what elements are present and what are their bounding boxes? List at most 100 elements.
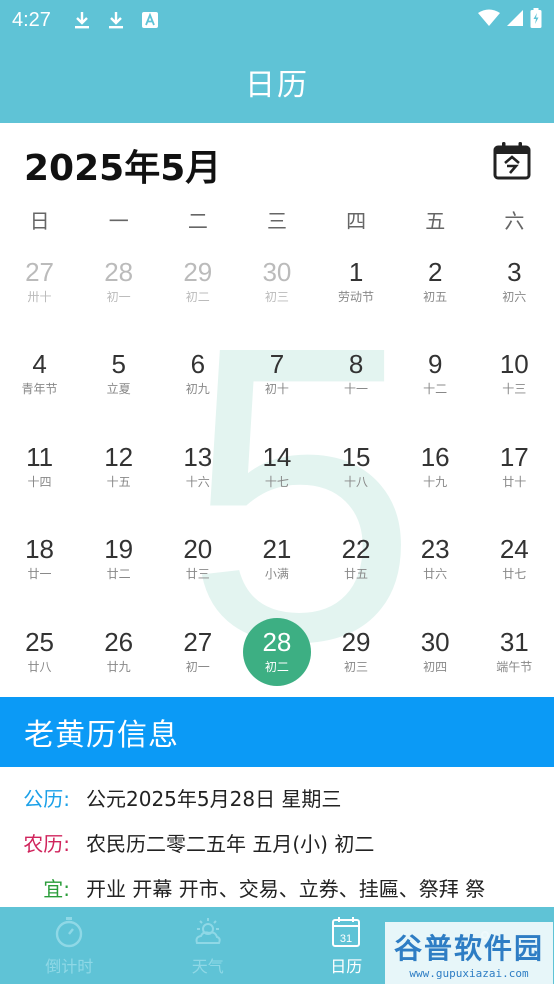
calendar-day[interactable]: 20 廿三 bbox=[158, 522, 237, 614]
lunar-date: 廿七 bbox=[502, 567, 527, 582]
yi-row: 宜: 开业 开幕 开市、交易、立券、挂匾、祭拜 祭 bbox=[0, 867, 485, 907]
calendar-day[interactable]: 26 廿九 bbox=[79, 615, 158, 707]
calendar-week-row: 4 青年节 5 立夏 6 初九 7 初十 8 十一 9 十二 10 十三 bbox=[0, 337, 554, 429]
lunar-date: 廿五 bbox=[344, 567, 369, 582]
weekday-label: 三 bbox=[266, 209, 287, 233]
yi-value: 开业 开幕 开市、交易、立券、挂匾、祭拜 祭 bbox=[86, 876, 486, 901]
calendar-day[interactable]: 30 初四 bbox=[396, 615, 475, 707]
page-title: 日历 bbox=[245, 67, 309, 103]
calendar-day[interactable]: 4 青年节 bbox=[0, 337, 79, 429]
day-number: 12 bbox=[104, 441, 134, 472]
lunar-date: 廿二 bbox=[106, 567, 131, 582]
today-button[interactable] bbox=[492, 141, 532, 181]
day-number: 1 bbox=[348, 257, 364, 287]
calendar-day[interactable]: 1 劳动节 bbox=[317, 245, 396, 337]
gregorian-row: 公历: 公元2025年5月28日 星期三 bbox=[0, 777, 341, 817]
calendar-day[interactable]: 18 廿一 bbox=[0, 522, 79, 614]
calendar-day[interactable]: 30 初三 bbox=[237, 245, 316, 337]
calendar-day[interactable]: 24 廿七 bbox=[475, 522, 554, 614]
lunar-date: 初三 bbox=[344, 659, 369, 674]
month-title: 2025年5月 bbox=[24, 148, 222, 189]
lunar-date: 十三 bbox=[502, 382, 527, 397]
calendar-day[interactable]: 3 初六 bbox=[475, 245, 554, 337]
day-number: 4 bbox=[32, 349, 47, 380]
site-watermark: 谷普软件园 www.gupuxiazai.com bbox=[385, 922, 553, 984]
calendar-day[interactable]: 5 立夏 bbox=[79, 337, 158, 429]
nav-label: 天气 bbox=[191, 956, 224, 976]
calendar-day[interactable]: 12 十五 bbox=[79, 430, 158, 522]
day-number: 17 bbox=[499, 441, 529, 472]
nav-weather[interactable]: 天气 bbox=[139, 907, 278, 984]
lunar-date: 立夏 bbox=[106, 382, 131, 397]
calendar-day[interactable]: 6 初九 bbox=[158, 337, 237, 429]
day-number: 25 bbox=[25, 626, 55, 657]
calendar-day[interactable]: 14 十七 bbox=[237, 430, 316, 522]
status-bar: 4:27 bbox=[0, 0, 554, 40]
gregorian-value: 公元2025年5月28日 星期三 bbox=[86, 786, 342, 811]
calendar-week-row: 25 廿八 26 廿九 27 初一 28 初二 29 初三 30 初四 31 端午节 bbox=[0, 615, 554, 707]
lunar-date: 十一 bbox=[344, 382, 369, 397]
calendar-day[interactable]: 2 初五 bbox=[396, 245, 475, 337]
calendar-day-selected[interactable]: 28 初二 bbox=[237, 615, 316, 707]
day-number: 29 bbox=[183, 257, 213, 287]
calendar-grid: 27 卅十 28 初一 29 初二 30 初三 1 劳动节 2 初五 3 初六 4 青年节 5 立夏 6 初九 7 初十 8… bbox=[0, 245, 554, 697]
stopwatch-icon bbox=[56, 916, 83, 947]
calendar-day[interactable]: 16 十九 bbox=[396, 430, 475, 522]
weekday-label: 六 bbox=[504, 209, 525, 233]
calendar-day[interactable]: 17 廿十 bbox=[475, 430, 554, 522]
day-number: 24 bbox=[499, 534, 529, 565]
calendar-week-row: 11 十四 12 十五 13 十六 14 十七 15 十八 16 十九 17 廿十 bbox=[0, 430, 554, 522]
calendar-week-row: 27 卅十 28 初一 29 初二 30 初三 1 劳动节 2 初五 3 初六 bbox=[0, 245, 554, 337]
battery-charging-icon bbox=[530, 8, 542, 32]
lunar-date: 十九 bbox=[423, 474, 448, 489]
day-number: 29 bbox=[341, 626, 371, 657]
lunar-date: 十八 bbox=[344, 474, 369, 489]
calendar-day[interactable]: 8 十一 bbox=[317, 337, 396, 429]
lunar-date: 初九 bbox=[185, 382, 210, 397]
status-time: 4:27 bbox=[12, 8, 51, 31]
calendar-day[interactable]: 27 初一 bbox=[158, 615, 237, 707]
day-number: 23 bbox=[420, 534, 450, 565]
calendar-day[interactable]: 29 初三 bbox=[317, 615, 396, 707]
day-number: 14 bbox=[262, 441, 292, 472]
weather-icon bbox=[195, 917, 221, 944]
calendar-day[interactable]: 7 初十 bbox=[237, 337, 316, 429]
lunar-label: 农历: bbox=[23, 831, 70, 856]
weekday-label: 五 bbox=[425, 209, 446, 233]
day-number: 21 bbox=[262, 534, 292, 565]
calendar-day[interactable]: 15 十八 bbox=[317, 430, 396, 522]
day-number: 9 bbox=[427, 349, 443, 380]
calendar-day[interactable]: 19 廿二 bbox=[79, 522, 158, 614]
day-number: 28 bbox=[104, 257, 134, 287]
calendar-day[interactable]: 23 廿六 bbox=[396, 522, 475, 614]
lunar-date: 廿九 bbox=[106, 659, 131, 674]
day-number: 27 bbox=[25, 257, 55, 287]
lunar-date: 廿六 bbox=[423, 567, 448, 582]
lunar-date: 十二 bbox=[423, 382, 448, 397]
calendar-day[interactable]: 21 小满 bbox=[237, 522, 316, 614]
calendar-day[interactable]: 11 十四 bbox=[0, 430, 79, 522]
day-number: 30 bbox=[420, 626, 450, 657]
calendar-today-icon bbox=[493, 142, 531, 180]
calendar-day[interactable]: 28 初一 bbox=[79, 245, 158, 337]
calendar-day[interactable]: 13 十六 bbox=[158, 430, 237, 522]
calendar-day[interactable]: 25 廿八 bbox=[0, 615, 79, 707]
lunar-date: 廿一 bbox=[27, 567, 52, 582]
day-number: 13 bbox=[183, 441, 213, 472]
calendar-day[interactable]: 22 廿五 bbox=[317, 522, 396, 614]
day-number: 7 bbox=[269, 349, 285, 380]
calendar-day[interactable]: 31 端午节 bbox=[475, 615, 554, 707]
lunar-date: 卅十 bbox=[27, 290, 52, 304]
day-number: 6 bbox=[190, 349, 206, 380]
calendar-day[interactable]: 9 十二 bbox=[396, 337, 475, 429]
lunar-date: 初四 bbox=[423, 659, 448, 674]
day-number: 3 bbox=[507, 257, 522, 287]
calendar-day[interactable]: 10 十三 bbox=[475, 337, 554, 429]
lunar-date: 劳动节 bbox=[338, 290, 375, 304]
calendar-day[interactable]: 27 卅十 bbox=[0, 245, 79, 337]
month-header: 2025年5月 bbox=[0, 123, 554, 201]
nav-countdown[interactable]: 倒计时 bbox=[0, 907, 139, 984]
calendar-week-row: 18 廿一 19 廿二 20 廿三 21 小满 22 廿五 23 廿六 24 廿七 bbox=[0, 522, 554, 614]
calendar-day[interactable]: 29 初二 bbox=[158, 245, 237, 337]
lunar-date: 十五 bbox=[106, 474, 131, 489]
